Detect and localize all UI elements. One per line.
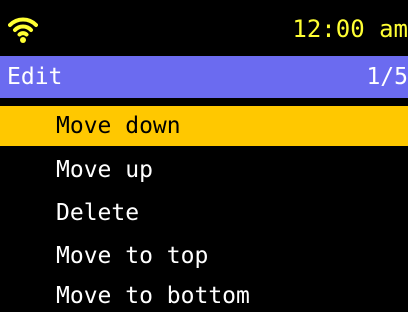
menu-item-move-to-top[interactable]: Move to top: [0, 236, 408, 276]
display: 12:00 am Edit 1/5 Move down Move up Dele…: [0, 0, 408, 312]
menu-item-move-down[interactable]: Move down: [0, 106, 408, 146]
menu-item-move-to-bottom[interactable]: Move to bottom: [0, 276, 408, 312]
menu-title: Edit: [7, 64, 63, 90]
page-indicator: 1/5: [366, 64, 408, 90]
clock: 12:00 am: [292, 15, 408, 43]
device-screen: 12:00 am Edit 1/5 Move down Move up Dele…: [0, 0, 420, 318]
status-bar: 12:00 am: [0, 0, 408, 56]
title-bar: Edit 1/5: [0, 56, 408, 98]
menu-list: Move down Move up Delete Move to top Mov…: [0, 106, 408, 312]
menu-item-move-up[interactable]: Move up: [0, 150, 408, 190]
menu-item-delete[interactable]: Delete: [0, 193, 408, 233]
wifi-icon: [8, 17, 38, 43]
